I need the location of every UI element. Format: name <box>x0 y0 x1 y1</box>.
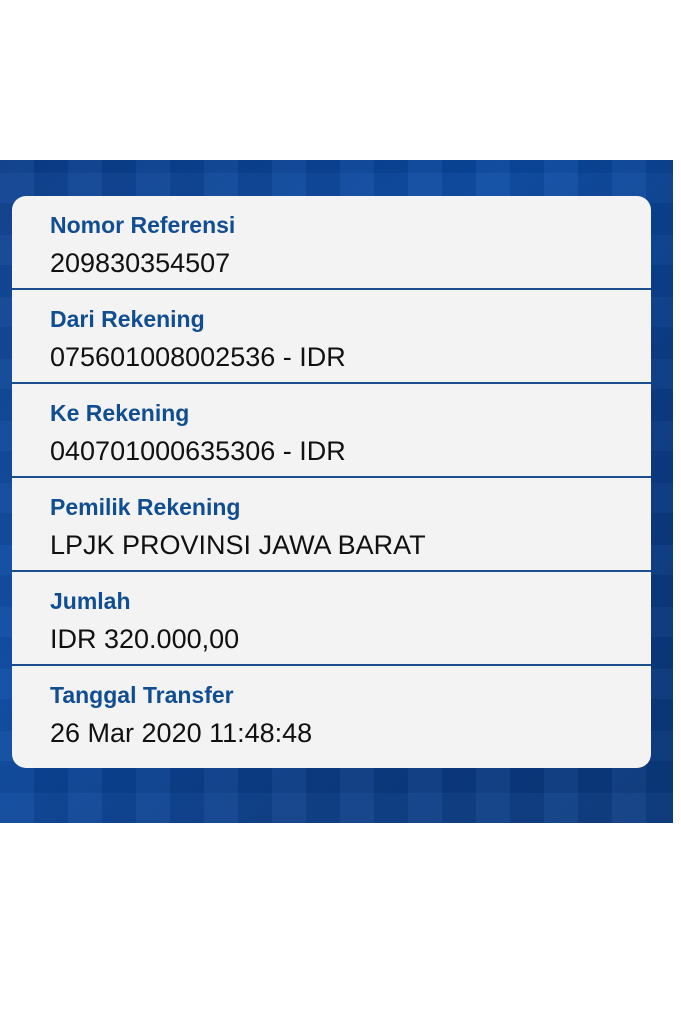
reference-number-value: 209830354507 <box>50 248 231 278</box>
amount-row: Jumlah IDR 320.000,00 <box>12 572 651 666</box>
reference-number-label: Nomor Referensi <box>50 212 236 238</box>
source-account-row: Dari Rekening 075601008002536 - IDR <box>12 290 651 384</box>
destination-account-row: Ke Rekening 040701000635306 - IDR <box>12 384 651 478</box>
account-owner-row: Pemilik Rekening LPJK PROVINSI JAWA BARA… <box>12 478 651 572</box>
reference-number-row: Nomor Referensi 209830354507 <box>12 196 651 290</box>
destination-account-value: 040701000635306 - IDR <box>50 436 346 466</box>
amount-label: Jumlah <box>50 588 131 614</box>
destination-account-label: Ke Rekening <box>50 400 190 426</box>
amount-value: IDR 320.000,00 <box>50 624 240 654</box>
transfer-date-value: 26 Mar 2020 11:48:48 <box>50 718 313 748</box>
source-account-value: 075601008002536 - IDR <box>50 342 346 372</box>
app-background: Nomor Referensi 209830354507 Dari Rekeni… <box>0 160 673 823</box>
account-owner-value: LPJK PROVINSI JAWA BARAT <box>50 530 426 560</box>
account-owner-label: Pemilik Rekening <box>50 494 241 520</box>
transfer-receipt-card: Nomor Referensi 209830354507 Dari Rekeni… <box>12 196 651 768</box>
transfer-date-row: Tanggal Transfer 26 Mar 2020 11:48:48 <box>12 666 651 760</box>
source-account-label: Dari Rekening <box>50 306 205 332</box>
transfer-date-label: Tanggal Transfer <box>50 682 234 708</box>
